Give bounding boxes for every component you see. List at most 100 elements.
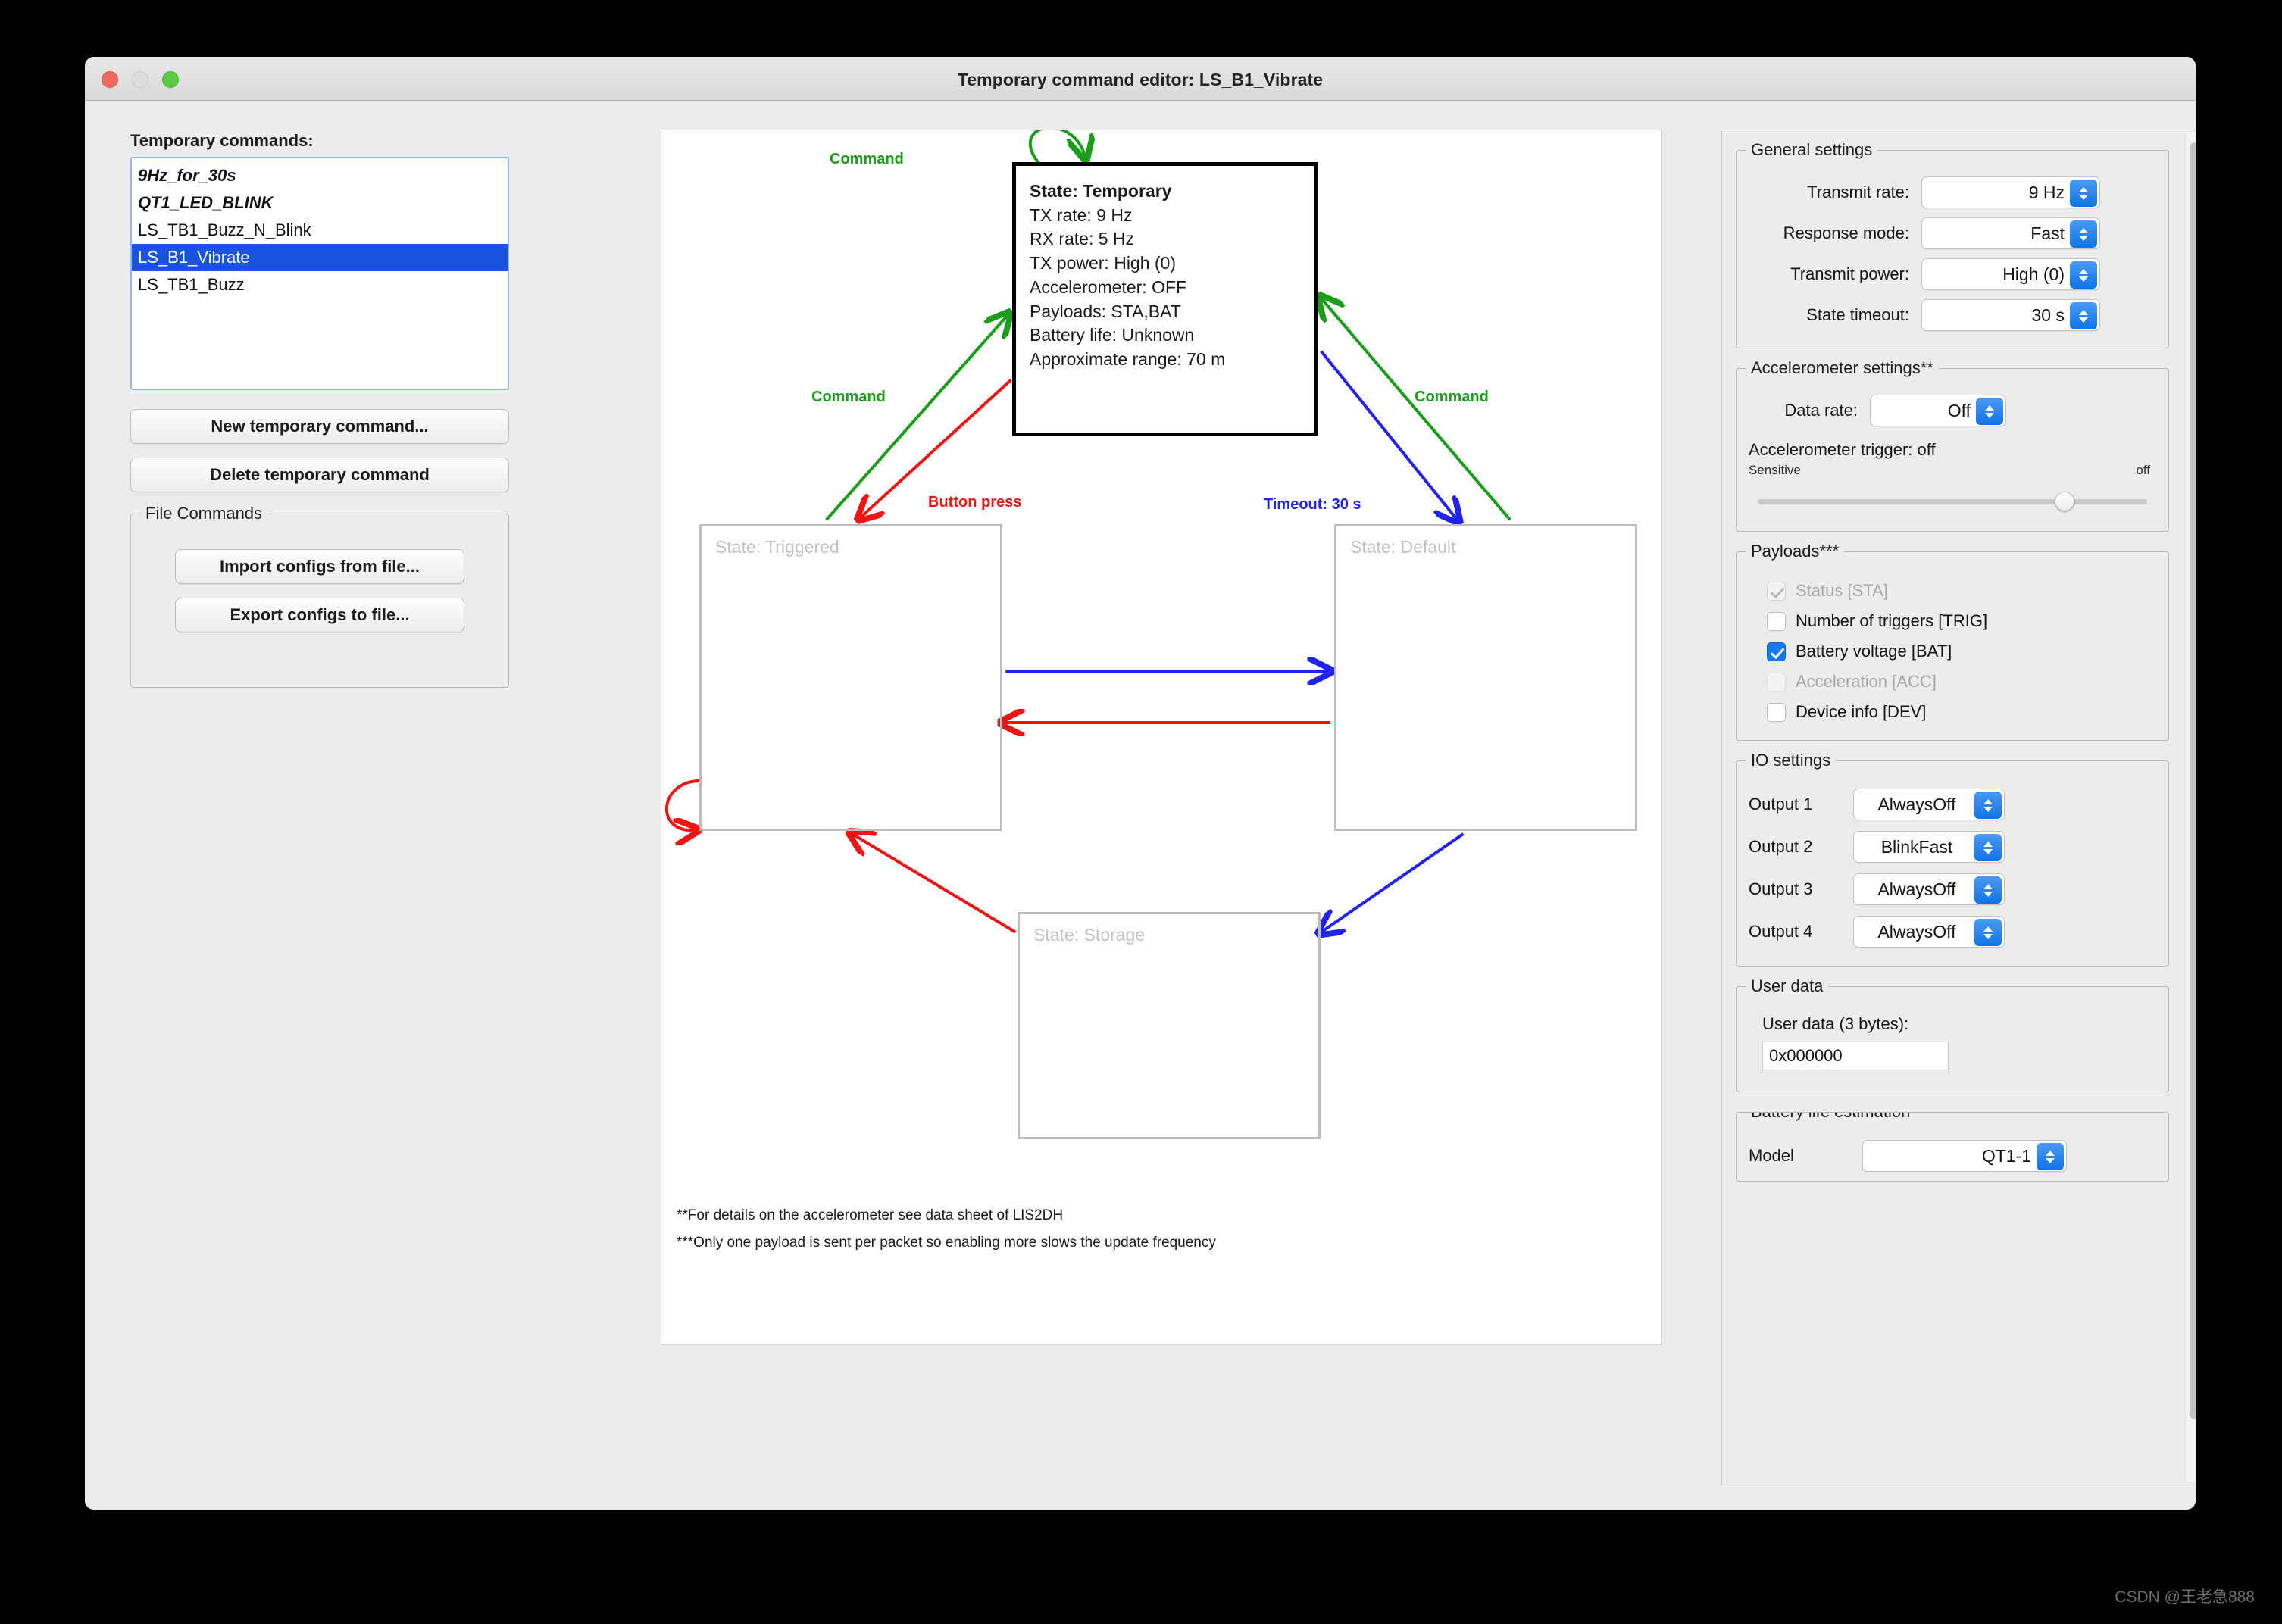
model-select[interactable]: QT1-1 bbox=[1862, 1140, 2067, 1172]
list-item-selected[interactable]: LS_B1_Vibrate bbox=[132, 244, 508, 272]
slider-knob[interactable] bbox=[2054, 492, 2074, 511]
accelerometer-trigger-slider[interactable] bbox=[1749, 492, 2156, 511]
payloads-title: Payloads*** bbox=[1746, 542, 1845, 561]
stepper-icon[interactable] bbox=[2070, 261, 2097, 289]
output-4-select[interactable]: AlwaysOff bbox=[1853, 916, 2005, 948]
payloads-group: Payloads*** Status [STA] Number of trigg… bbox=[1736, 542, 2169, 741]
watermark: CSDN @王老急888 bbox=[2115, 1588, 2255, 1606]
footnote-payload: ***Only one payload is sent per packet s… bbox=[677, 1235, 1216, 1251]
output-3-row: Output 3 AlwaysOff bbox=[1749, 873, 2156, 905]
settings-panel-inner: General settings Transmit rate: 9 Hz Res… bbox=[1722, 130, 2183, 1182]
left-column: Temporary commands: 9Hz_for_30s QT1_LED_… bbox=[130, 131, 509, 688]
stepper-icon[interactable] bbox=[1974, 919, 2002, 946]
response-mode-value: Fast bbox=[2030, 223, 2065, 243]
settings-scrollbar[interactable] bbox=[2185, 133, 2196, 1482]
stepper-icon[interactable] bbox=[2070, 220, 2097, 248]
response-mode-label: Response mode: bbox=[1783, 223, 1909, 242]
slider-max-label: off bbox=[2136, 463, 2150, 477]
state-temporary-accelerometer: Accelerometer: OFF bbox=[1030, 276, 1187, 297]
payload-label-triggers: Number of triggers [TRIG] bbox=[1796, 611, 1988, 630]
stepper-icon[interactable] bbox=[2070, 180, 2097, 207]
state-timeout-select[interactable]: 30 s bbox=[1921, 299, 2100, 331]
data-rate-label: Data rate: bbox=[1784, 401, 1858, 420]
output-3-value: AlwaysOff bbox=[1877, 879, 1956, 899]
stepper-icon[interactable] bbox=[1974, 792, 2002, 819]
transmit-rate-row: Transmit rate: 9 Hz bbox=[1749, 176, 2156, 208]
state-temporary-battery-life: Battery life: Unknown bbox=[1030, 325, 1195, 345]
list-item[interactable]: LS_TB1_Buzz bbox=[132, 271, 508, 298]
temporary-commands-list[interactable]: 9Hz_for_30s QT1_LED_BLINK LS_TB1_Buzz_N_… bbox=[130, 157, 509, 390]
output-1-select[interactable]: AlwaysOff bbox=[1853, 789, 2005, 820]
state-temporary-payloads: Payloads: STA,BAT bbox=[1030, 301, 1181, 321]
title-bar: Temporary command editor: LS_B1_Vibrate bbox=[85, 57, 2196, 101]
edge-label-triggered-to-temporary: Command bbox=[811, 389, 886, 405]
state-timeout-value: 30 s bbox=[2031, 304, 2065, 325]
user-data-input[interactable]: 0x000000 bbox=[1762, 1042, 1949, 1070]
state-storage-label: State: Storage bbox=[1033, 925, 1146, 945]
stepper-icon[interactable] bbox=[1976, 398, 2003, 425]
transmit-power-select[interactable]: High (0) bbox=[1921, 258, 2100, 290]
payload-row-triggers[interactable]: Number of triggers [TRIG] bbox=[1767, 611, 2156, 631]
battery-life-estimation-title: Battery life estimation bbox=[1746, 1113, 1916, 1122]
payload-row-device-info[interactable]: Device info [DEV] bbox=[1767, 702, 2156, 722]
window-title: Temporary command editor: LS_B1_Vibrate bbox=[957, 70, 1324, 89]
output-3-select[interactable]: AlwaysOff bbox=[1853, 873, 2005, 905]
transmit-power-label: Transmit power: bbox=[1790, 264, 1909, 283]
footnote-accelerometer: **For details on the accelerometer see d… bbox=[677, 1207, 1064, 1223]
output-2-select[interactable]: BlinkFast bbox=[1853, 831, 2005, 863]
battery-life-estimation-group: Battery life estimation Model QT1-1 bbox=[1736, 1112, 2169, 1182]
payload-label-battery: Battery voltage [BAT] bbox=[1796, 642, 1952, 661]
stepper-icon[interactable] bbox=[1974, 876, 2002, 904]
payload-row-battery[interactable]: Battery voltage [BAT] bbox=[1767, 642, 2156, 661]
stepper-icon[interactable] bbox=[2070, 302, 2097, 329]
output-3-label: Output 3 bbox=[1749, 879, 1813, 898]
edge-label-default-to-temporary: Command bbox=[1415, 389, 1489, 405]
slider-min-label: Sensitive bbox=[1749, 463, 1801, 477]
list-item[interactable]: 9Hz_for_30s bbox=[132, 162, 508, 189]
output-1-value: AlwaysOff bbox=[1877, 794, 1956, 814]
model-label: Model bbox=[1749, 1146, 1794, 1165]
state-temporary-title: State: Temporary bbox=[1030, 181, 1172, 201]
payload-row-status[interactable]: Status [STA] bbox=[1767, 581, 2156, 601]
checkbox-device-info-dev[interactable] bbox=[1767, 702, 1786, 722]
payload-label-status: Status [STA] bbox=[1796, 581, 1888, 600]
checkbox-battery-voltage-bat[interactable] bbox=[1767, 642, 1786, 661]
accelerometer-settings-group: Accelerometer settings** Data rate: Off … bbox=[1736, 358, 2169, 532]
state-triggered-label: State: Triggered bbox=[715, 537, 839, 557]
file-commands-title: File Commands bbox=[140, 504, 268, 523]
data-rate-select[interactable]: Off bbox=[1870, 395, 2006, 426]
checkbox-acceleration-acc bbox=[1767, 672, 1786, 692]
settings-scrollbar-thumb[interactable] bbox=[2190, 142, 2196, 1419]
model-row: Model QT1-1 bbox=[1749, 1140, 2156, 1172]
stepper-icon[interactable] bbox=[1974, 834, 2002, 861]
checkbox-number-of-triggers-trig[interactable] bbox=[1767, 611, 1786, 631]
output-4-value: AlwaysOff bbox=[1877, 921, 1956, 942]
transmit-rate-label: Transmit rate: bbox=[1807, 183, 1909, 201]
checkbox-status-sta bbox=[1767, 581, 1786, 601]
state-timeout-row: State timeout: 30 s bbox=[1749, 299, 2156, 331]
io-settings-title: IO settings bbox=[1746, 751, 1837, 770]
delete-temporary-command-button[interactable]: Delete temporary command bbox=[130, 458, 509, 492]
stepper-icon[interactable] bbox=[2037, 1143, 2064, 1170]
export-configs-button[interactable]: Export configs to file... bbox=[175, 598, 464, 632]
state-diagram-panel: State: Temporary TX rate: 9 Hz RX rate: … bbox=[661, 130, 1662, 1345]
new-temporary-command-button[interactable]: New temporary command... bbox=[130, 409, 509, 444]
file-commands-group: File Commands Import configs from file..… bbox=[130, 504, 509, 688]
output-1-row: Output 1 AlwaysOff bbox=[1749, 789, 2156, 820]
app-window: Temporary command editor: LS_B1_Vibrate … bbox=[85, 57, 2196, 1510]
window-content: Temporary commands: 9Hz_for_30s QT1_LED_… bbox=[85, 101, 2196, 1509]
slider-track bbox=[1758, 499, 2147, 504]
state-temporary-rx-rate: RX rate: 5 Hz bbox=[1030, 229, 1135, 249]
transmit-rate-value: 9 Hz bbox=[2028, 182, 2065, 202]
model-value: QT1-1 bbox=[1981, 1145, 2031, 1166]
list-item[interactable]: QT1_LED_BLINK bbox=[132, 189, 508, 217]
list-item[interactable]: LS_TB1_Buzz_N_Blink bbox=[132, 217, 508, 244]
temporary-commands-label: Temporary commands: bbox=[130, 131, 314, 150]
import-configs-button[interactable]: Import configs from file... bbox=[175, 549, 464, 584]
accelerometer-settings-title: Accelerometer settings** bbox=[1746, 358, 1939, 378]
payload-row-acceleration: Acceleration [ACC] bbox=[1767, 672, 2156, 692]
accelerometer-trigger-label: Accelerometer trigger: off bbox=[1749, 440, 1936, 459]
transmit-rate-select[interactable]: 9 Hz bbox=[1921, 176, 2100, 208]
output-4-row: Output 4 AlwaysOff bbox=[1749, 916, 2156, 948]
response-mode-select[interactable]: Fast bbox=[1921, 217, 2100, 249]
